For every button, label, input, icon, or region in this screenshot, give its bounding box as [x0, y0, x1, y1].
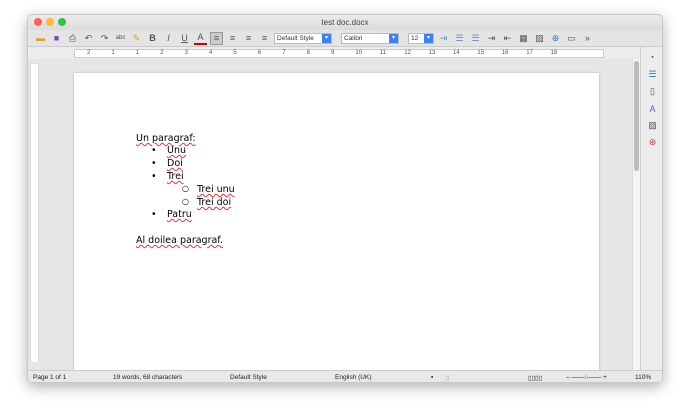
ruler-tick-label: 9 [331, 50, 335, 56]
chevron-down-icon: ▾ [389, 33, 398, 43]
writer-window: test doc.docx ▬ ■ ⎙ ↶ ↷ abc ✎ B I U A ≡ … [27, 14, 663, 383]
paragraph-style-select[interactable]: Default Style ▾ [274, 32, 332, 44]
page-icon[interactable]: ▯ [646, 85, 659, 98]
increase-indent-icon[interactable]: ⇥ [485, 32, 498, 45]
ruler-tick-label: 14 [453, 50, 460, 56]
selection-mode-icon[interactable]: ▪ [431, 374, 433, 381]
ruler-tick-label: 5 [233, 50, 237, 56]
ruler-tick-label: 10 [355, 50, 363, 56]
sidebar: ▪ ☰ ▯ A ▨ ⊛ [640, 47, 662, 370]
status-bar: Page 1 of 1 19 words, 68 characters Defa… [28, 370, 662, 382]
bullet-list-icon[interactable]: ☰ [453, 32, 466, 45]
page-style[interactable]: Default Style [230, 374, 267, 381]
vertical-ruler[interactable] [30, 63, 39, 363]
italic-button[interactable]: I [162, 32, 175, 45]
ruler-tick-label: 8 [306, 50, 310, 56]
font-name-value: Calibri [344, 34, 363, 42]
list-item[interactable]: Unu [167, 145, 186, 156]
comment-icon[interactable]: ▭ [565, 32, 578, 45]
properties-icon[interactable]: ☰ [646, 68, 659, 81]
font-name-select[interactable]: Calibri ▾ [341, 32, 399, 44]
gallery-icon[interactable]: ▨ [646, 119, 659, 132]
page[interactable]: Un paragraf: • Unu • Doi • Trei ○ Trei u… [74, 73, 599, 373]
decrease-indent-icon[interactable]: ⇤ [501, 32, 514, 45]
underline-button[interactable]: U [178, 32, 191, 45]
scrollbar-thumb[interactable] [634, 61, 639, 171]
circle-bullet-icon: ○ [182, 197, 189, 206]
open-icon[interactable]: ▬ [34, 32, 47, 45]
document-area: Un paragraf: • Unu • Doi • Trei ○ Trei u… [28, 59, 632, 373]
paragraph-1[interactable]: Un paragraf: [136, 133, 196, 144]
bullet-icon: • [151, 209, 157, 220]
ruler-tick-label: 4 [209, 50, 213, 56]
ruler-tick-label: 1 [135, 50, 140, 56]
ruler-tick-label: 2 [160, 50, 164, 56]
window-title: test doc.docx [321, 18, 369, 27]
list-item[interactable]: Doi [167, 158, 183, 169]
signature-icon[interactable]: ▯ [446, 374, 450, 382]
hyperlink-icon[interactable]: ⊕ [549, 32, 562, 45]
line-spacing-icon[interactable]: ⇥ [437, 32, 450, 45]
toolbar: ▬ ■ ⎙ ↶ ↷ abc ✎ B I U A ≡ ≡ ≡ ≡ Default … [28, 30, 662, 47]
ruler-tick-label: 12 [404, 50, 411, 56]
view-layout-icons[interactable]: ▯▯▯▯ [528, 374, 542, 382]
sub-list-item[interactable]: Trei doi [197, 197, 231, 208]
redo-icon[interactable]: ↷ [98, 32, 111, 45]
bullet-icon: • [151, 158, 157, 169]
align-left-icon[interactable]: ≡ [210, 31, 223, 45]
font-size-select[interactable]: 12 ▾ [408, 32, 434, 44]
ruler-tick-label: 16 [501, 50, 509, 56]
ruler-tick-label: 1 [111, 50, 115, 56]
navigator-icon[interactable]: ⊛ [646, 136, 659, 149]
font-color-button[interactable]: A [194, 32, 207, 45]
align-center-icon[interactable]: ≡ [226, 32, 239, 45]
styles-icon[interactable]: A [646, 102, 659, 115]
zoom-level[interactable]: 110% [635, 374, 651, 381]
bullet-icon: • [151, 171, 157, 182]
ruler-tick-label: 3 [184, 50, 188, 56]
ruler-scale: 2 1 1 2 3 4 5 6 7 8 9 10 11 12 13 14 15 16 17 18 [74, 49, 604, 58]
horizontal-ruler[interactable]: 2 1 1 2 3 4 5 6 7 8 9 10 11 12 13 14 15 16 17 18 [28, 47, 640, 59]
zoom-button[interactable] [58, 18, 66, 26]
close-button[interactable] [34, 18, 42, 26]
justify-icon[interactable]: ≡ [258, 32, 271, 45]
ruler-tick-label: 13 [428, 50, 436, 56]
more-icon[interactable]: » [581, 32, 594, 45]
chevron-down-icon: ▾ [424, 33, 433, 43]
ruler-tick-label: 15 [477, 50, 485, 56]
undo-icon[interactable]: ↶ [82, 32, 95, 45]
list-item[interactable]: Patru [167, 209, 192, 220]
font-size-value: 12 [411, 34, 419, 42]
table-icon[interactable]: ▦ [517, 32, 530, 45]
word-count[interactable]: 19 words, 68 characters [113, 374, 182, 381]
list-item[interactable]: Trei [167, 171, 184, 182]
ruler-tick-label: 2 [87, 50, 91, 56]
print-icon[interactable]: ⎙ [66, 32, 79, 45]
ruler-tick-label: 17 [526, 50, 533, 56]
bold-button[interactable]: B [146, 32, 159, 45]
circle-bullet-icon: ○ [182, 184, 189, 193]
clone-formatting-icon[interactable]: ✎ [130, 32, 143, 45]
vertical-scrollbar[interactable] [632, 59, 640, 370]
ruler-tick-label: 11 [379, 50, 387, 56]
ruler-tick-label: 7 [282, 50, 286, 56]
ruler-tick-label: 18 [550, 50, 558, 56]
paragraph-2[interactable]: Al doilea paragraf. [136, 235, 223, 246]
sub-list-item[interactable]: Trei unu [197, 184, 235, 195]
ruler-tick-label: 6 [257, 50, 262, 56]
zoom-slider[interactable]: – ——○—— + [566, 374, 607, 381]
page-count[interactable]: Page 1 of 1 [33, 374, 66, 381]
chevron-down-icon: ▾ [322, 33, 331, 43]
sidebar-menu-icon[interactable]: ▪ [646, 51, 659, 64]
spellcheck-icon[interactable]: abc [114, 32, 127, 45]
bullet-icon: • [151, 145, 157, 156]
minimize-button[interactable] [46, 18, 54, 26]
title-bar: test doc.docx [28, 15, 662, 30]
align-right-icon[interactable]: ≡ [242, 32, 255, 45]
paragraph-style-value: Default Style [277, 34, 314, 42]
language[interactable]: English (UK) [335, 374, 371, 381]
numbered-list-icon[interactable]: ☰ [469, 32, 482, 45]
save-icon[interactable]: ■ [50, 32, 63, 45]
image-icon[interactable]: ▨ [533, 32, 546, 45]
